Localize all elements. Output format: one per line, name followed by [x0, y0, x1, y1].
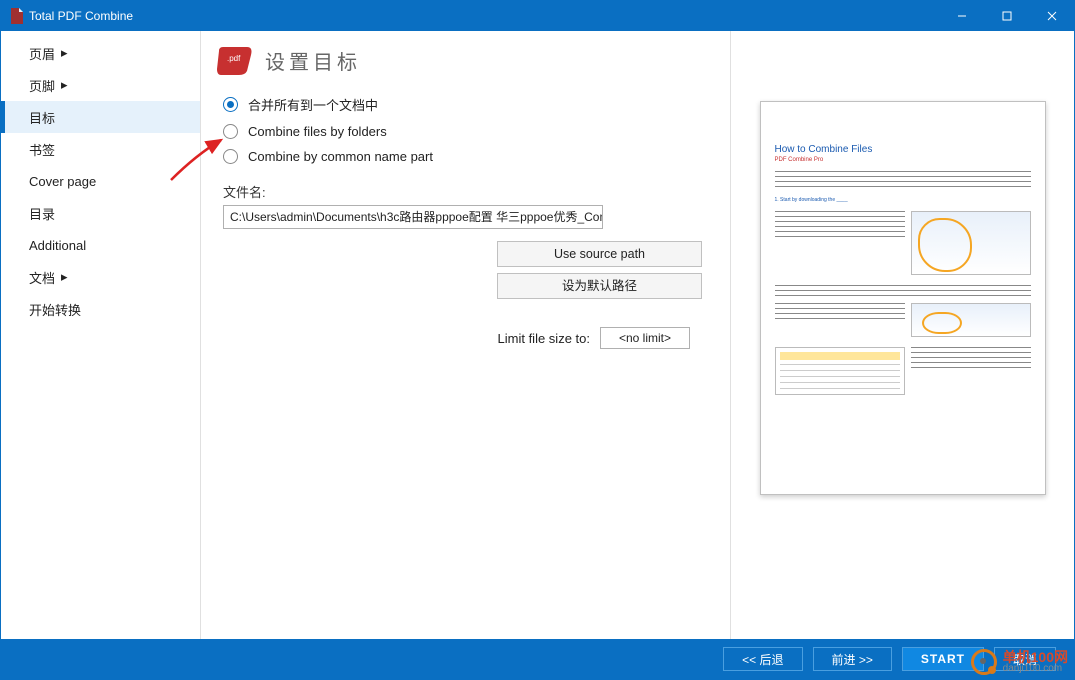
- sidebar: 页眉▸ 页脚▸ 目标 书签 Cover page 目录 Additional 文…: [1, 31, 201, 639]
- radio-icon: [223, 124, 238, 139]
- svg-text:.pdf: .pdf: [227, 54, 241, 63]
- sidebar-item-target[interactable]: 目标: [1, 101, 200, 133]
- sidebar-item-bookmarks[interactable]: 书签: [1, 133, 200, 165]
- filename-label: 文件名:: [223, 182, 720, 201]
- limit-file-size-label: Limit file size to:: [498, 331, 590, 346]
- app-title: Total PDF Combine: [29, 9, 939, 23]
- preview-text: [775, 171, 1031, 191]
- pdf-icon: .pdf: [217, 45, 253, 75]
- titlebar: Total PDF Combine: [1, 1, 1074, 31]
- sidebar-item-header[interactable]: 页眉▸: [1, 37, 200, 69]
- limit-file-size-input[interactable]: [600, 327, 690, 349]
- watermark-icon: [971, 649, 997, 675]
- radio-combine-all[interactable]: 合并所有到一个文档中: [223, 95, 720, 114]
- sidebar-item-additional[interactable]: Additional: [1, 229, 200, 261]
- preview-subtitle: PDF Combine Pro: [775, 157, 1031, 163]
- sidebar-item-footer[interactable]: 页脚▸: [1, 69, 200, 101]
- watermark-text: 单机100网: [1003, 650, 1068, 664]
- sidebar-item-cover-page[interactable]: Cover page: [1, 165, 200, 197]
- sidebar-item-document[interactable]: 文档▸: [1, 261, 200, 293]
- sidebar-item-toc[interactable]: 目录: [1, 197, 200, 229]
- preview-screenshot: [911, 303, 1031, 337]
- preview-screenshot: [911, 211, 1031, 275]
- preview-panel: How to Combine Files PDF Combine Pro 1. …: [731, 31, 1074, 639]
- preview-title: How to Combine Files: [775, 144, 1031, 155]
- filename-input[interactable]: C:\Users\admin\Documents\h3c路由器pppoe配置 华…: [223, 205, 603, 229]
- minimize-button[interactable]: [939, 1, 984, 31]
- use-source-path-button[interactable]: Use source path: [497, 241, 702, 267]
- maximize-button[interactable]: [984, 1, 1029, 31]
- caret-right-icon: ▸: [61, 77, 68, 93]
- forward-button[interactable]: 前进 >>: [813, 647, 892, 671]
- app-icon: [9, 8, 23, 24]
- radio-combine-by-name-part[interactable]: Combine by common name part: [223, 149, 720, 164]
- set-default-path-button[interactable]: 设为默认路径: [497, 273, 702, 299]
- back-button[interactable]: << 后退: [723, 647, 802, 671]
- preview-screenshot: [775, 347, 905, 395]
- settings-panel: .pdf 设置目标 合并所有到一个文档中 Combine files by fo…: [201, 31, 731, 639]
- radio-icon: [223, 149, 238, 164]
- caret-right-icon: ▸: [61, 45, 68, 61]
- preview-page: How to Combine Files PDF Combine Pro 1. …: [760, 101, 1046, 495]
- watermark: 单机100网 danji100.com: [971, 649, 1068, 675]
- preview-link: 1. Start by downloading the ____: [775, 197, 1031, 203]
- footer-bar: << 后退 前进 >> START 取消: [1, 639, 1074, 679]
- radio-icon: [223, 97, 238, 112]
- close-button[interactable]: [1029, 1, 1074, 31]
- radio-combine-by-folders[interactable]: Combine files by folders: [223, 124, 720, 139]
- caret-right-icon: ▸: [61, 269, 68, 285]
- page-title: 设置目标: [265, 46, 361, 75]
- watermark-url: danji100.com: [1003, 664, 1068, 674]
- sidebar-item-start-convert[interactable]: 开始转换: [1, 293, 200, 325]
